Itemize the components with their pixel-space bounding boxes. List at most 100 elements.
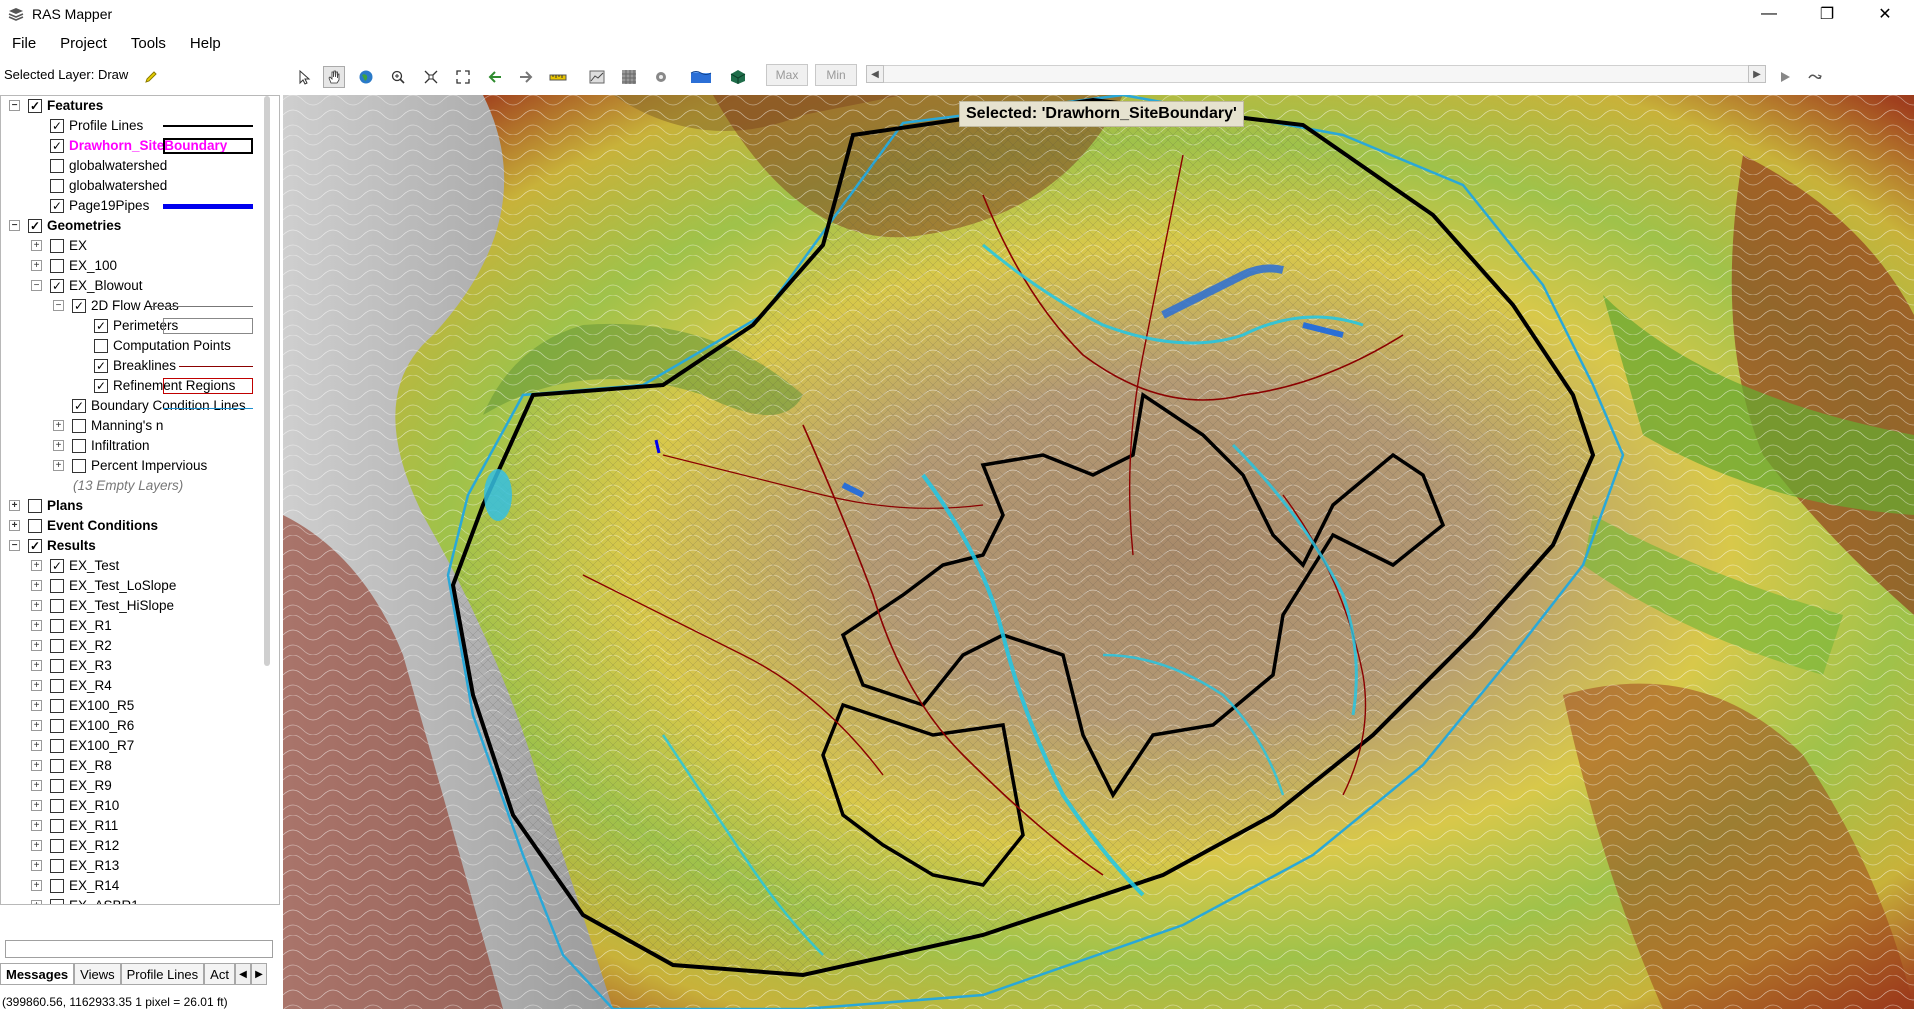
boundary-condition-lines-checkbox[interactable]: ✓ [72,399,86,413]
perimeters-checkbox[interactable]: ✓ [94,319,108,333]
tab-profile-lines[interactable]: Profile Lines [120,963,205,985]
pointer-tool-icon[interactable] [293,66,315,88]
result-item-checkbox[interactable]: ✓ [50,559,64,573]
expand-icon[interactable]: + [31,560,42,571]
expand-icon[interactable]: + [31,700,42,711]
expand-icon[interactable]: + [31,860,42,871]
expand-icon[interactable]: + [31,900,42,904]
play-icon[interactable] [1774,66,1796,88]
pan-hand-icon[interactable] [323,66,345,88]
ex-checkbox[interactable] [50,239,64,253]
result-item-checkbox[interactable] [50,819,64,833]
3d-view-icon[interactable] [727,66,749,88]
collapse-icon[interactable]: − [53,300,64,311]
results-checkbox[interactable]: ✓ [28,539,42,553]
expand-icon[interactable]: + [31,660,42,671]
result-item-checkbox[interactable] [50,859,64,873]
collapse-icon[interactable]: − [9,540,20,551]
menu-tools[interactable]: Tools [119,35,178,52]
minimize-button[interactable]: — [1740,0,1798,28]
water-surface-icon[interactable] [690,66,712,88]
expand-icon[interactable]: + [31,820,42,831]
expand-icon[interactable]: + [31,800,42,811]
time-slider-left-arrow[interactable]: ◀ [866,65,884,83]
expand-icon[interactable]: + [31,740,42,751]
expand-icon[interactable]: + [9,500,20,511]
profile-lines-checkbox[interactable]: ✓ [50,119,64,133]
zoom-extents-icon[interactable] [420,66,442,88]
expand-icon[interactable]: + [31,840,42,851]
min-button[interactable]: Min [815,64,857,86]
page19pipes-checkbox[interactable]: ✓ [50,199,64,213]
zoom-in-icon[interactable] [387,66,409,88]
computation-points-checkbox[interactable] [94,339,108,353]
menu-help[interactable]: Help [178,35,233,52]
plans-checkbox[interactable] [28,499,42,513]
edit-pencil-icon[interactable] [140,66,162,88]
result-item-checkbox[interactable] [50,579,64,593]
tab-messages[interactable]: Messages [0,963,75,985]
menu-file[interactable]: File [0,35,48,52]
result-item-checkbox[interactable] [50,639,64,653]
expand-icon[interactable]: + [31,620,42,631]
expand-icon[interactable]: + [31,760,42,771]
loop-icon[interactable] [1804,66,1826,88]
infiltration-checkbox[interactable] [72,439,86,453]
result-item-checkbox[interactable] [50,659,64,673]
collapse-icon[interactable]: − [9,100,20,111]
expand-icon[interactable]: + [31,720,42,731]
animation-tool-icon[interactable] [650,66,672,88]
globalwatershed-1-checkbox[interactable] [50,159,64,173]
result-item-checkbox[interactable] [50,899,64,904]
tab-act[interactable]: Act [204,963,235,985]
event-conditions-checkbox[interactable] [28,519,42,533]
expand-icon[interactable]: + [9,520,20,531]
forward-arrow-icon[interactable] [515,66,537,88]
expand-icon[interactable]: + [31,780,42,791]
measure-ruler-icon[interactable] [547,66,569,88]
mannings-n-checkbox[interactable] [72,419,86,433]
expand-icon[interactable]: + [31,260,42,271]
ex-blowout-checkbox[interactable]: ✓ [50,279,64,293]
menu-project[interactable]: Project [48,35,119,52]
percent-impervious-checkbox[interactable] [72,459,86,473]
close-button[interactable]: ✕ [1856,0,1914,28]
result-item-checkbox[interactable] [50,679,64,693]
2d-flow-areas-checkbox[interactable]: ✓ [72,299,86,313]
expand-icon[interactable]: + [31,680,42,691]
breaklines-checkbox[interactable]: ✓ [94,359,108,373]
result-item-checkbox[interactable] [50,799,64,813]
raster-grid-icon[interactable] [618,66,640,88]
map-canvas[interactable]: Selected: 'Drawhorn_SiteBoundary' [283,95,1914,1009]
result-item-checkbox[interactable] [50,699,64,713]
result-item-checkbox[interactable] [50,719,64,733]
collapse-icon[interactable]: − [31,280,42,291]
result-item-checkbox[interactable] [50,839,64,853]
restore-button[interactable]: ❐ [1798,0,1856,28]
tree-vertical-scrollbar[interactable] [264,96,270,666]
tab-views[interactable]: Views [74,963,121,985]
max-button[interactable]: Max [766,64,808,86]
time-slider[interactable] [866,65,1766,83]
time-slider-right-arrow[interactable]: ▶ [1748,65,1766,83]
expand-icon[interactable]: + [53,460,64,471]
drawhorn-site-boundary-checkbox[interactable]: ✓ [50,139,64,153]
expand-icon[interactable]: + [31,240,42,251]
back-arrow-icon[interactable] [484,66,506,88]
collapse-icon[interactable]: − [9,220,20,231]
result-item-checkbox[interactable] [50,759,64,773]
result-item-checkbox[interactable] [50,779,64,793]
expand-icon[interactable]: + [53,440,64,451]
ex-100-checkbox[interactable] [50,259,64,273]
globe-icon[interactable] [355,66,377,88]
expand-icon[interactable]: + [31,600,42,611]
expand-icon[interactable]: + [31,640,42,651]
result-item-checkbox[interactable] [50,619,64,633]
result-item-checkbox[interactable] [50,739,64,753]
tab-scroll-right-icon[interactable]: ▶ [250,963,267,985]
expand-icon[interactable]: + [31,880,42,891]
result-item-checkbox[interactable] [50,599,64,613]
geometries-checkbox[interactable]: ✓ [28,219,42,233]
result-item-checkbox[interactable] [50,879,64,893]
expand-icon[interactable]: + [53,420,64,431]
